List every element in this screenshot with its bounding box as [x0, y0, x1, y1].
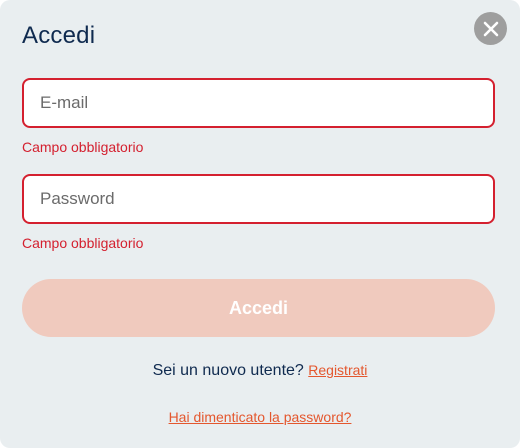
close-icon [483, 21, 498, 36]
email-error-message: Campo obbligatorio [22, 139, 144, 155]
new-user-text: Sei un nuovo utente? [152, 362, 304, 379]
forgot-password-row: Hai dimenticato la password? [0, 409, 520, 427]
close-button[interactable] [474, 12, 507, 45]
email-field[interactable] [22, 78, 495, 128]
login-submit-button[interactable]: Accedi [22, 279, 495, 337]
register-link[interactable]: Registrati [308, 362, 367, 378]
password-error-message: Campo obbligatorio [22, 235, 144, 251]
login-modal: Accedi Campo obbligatorio Campo obbligat… [0, 0, 520, 448]
forgot-password-link[interactable]: Hai dimenticato la password? [169, 409, 352, 425]
modal-title: Accedi [22, 22, 96, 49]
register-prompt: Sei un nuovo utente? Registrati [0, 362, 520, 380]
password-field[interactable] [22, 174, 495, 224]
